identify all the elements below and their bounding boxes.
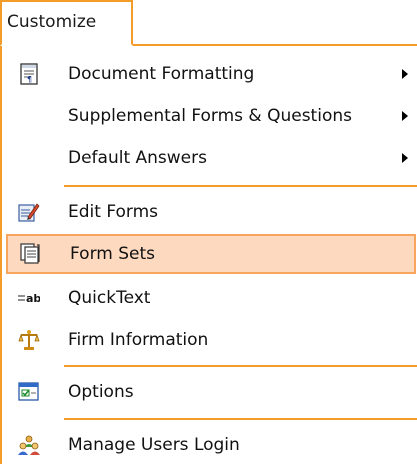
menu-item-label: Document Formatting [68, 64, 255, 84]
submenu-arrow-icon [402, 153, 408, 163]
menu-item-label: Form Sets [70, 244, 155, 264]
menu-item-default-answers[interactable]: Default Answers [2, 138, 417, 178]
submenu-arrow-icon [402, 69, 408, 79]
menu-item-label: QuickText [68, 288, 151, 308]
menu-item-label: Manage Users Login [68, 435, 240, 455]
menu-item-label: Default Answers [68, 148, 207, 168]
menu-item-label: Edit Forms [68, 202, 159, 222]
menu-item-quicktext[interactable]: ab QuickText [2, 278, 417, 318]
menu-item-edit-forms[interactable]: Edit Forms [2, 192, 417, 232]
menu-separator [64, 365, 417, 367]
menu-item-form-sets[interactable]: Form Sets [6, 234, 416, 274]
edit-forms-icon [18, 201, 40, 223]
menu-item-label: Options [68, 382, 134, 402]
svg-text:ab: ab [26, 292, 40, 305]
menu-item-firm-information[interactable]: Firm Information [2, 320, 417, 360]
quicktext-icon: ab [18, 287, 41, 309]
menu-item-label: Supplemental Forms & Questions [68, 106, 352, 126]
document-formatting-icon: ¶ [18, 63, 40, 85]
menu-separator [64, 185, 417, 187]
menu-item-options[interactable]: Options [2, 372, 417, 412]
options-icon [18, 381, 40, 403]
customize-menu-tab[interactable]: Customize [0, 0, 133, 46]
form-sets-icon [20, 243, 42, 265]
users-icon [18, 434, 40, 456]
menu-item-manage-users-login[interactable]: Manage Users Login [2, 425, 417, 465]
submenu-arrow-icon [402, 111, 408, 121]
menu-item-document-formatting[interactable]: ¶ Document Formatting [2, 54, 417, 94]
scales-icon [18, 329, 40, 351]
menu-item-supplemental-forms[interactable]: Supplemental Forms & Questions [2, 96, 417, 136]
menu-separator [64, 418, 417, 420]
customize-dropdown-menu: ¶ Document Formatting Supplemental Forms… [0, 44, 417, 464]
menu-title: Customize [7, 12, 97, 32]
svg-text:¶: ¶ [27, 75, 32, 84]
menu-item-label: Firm Information [68, 330, 209, 350]
